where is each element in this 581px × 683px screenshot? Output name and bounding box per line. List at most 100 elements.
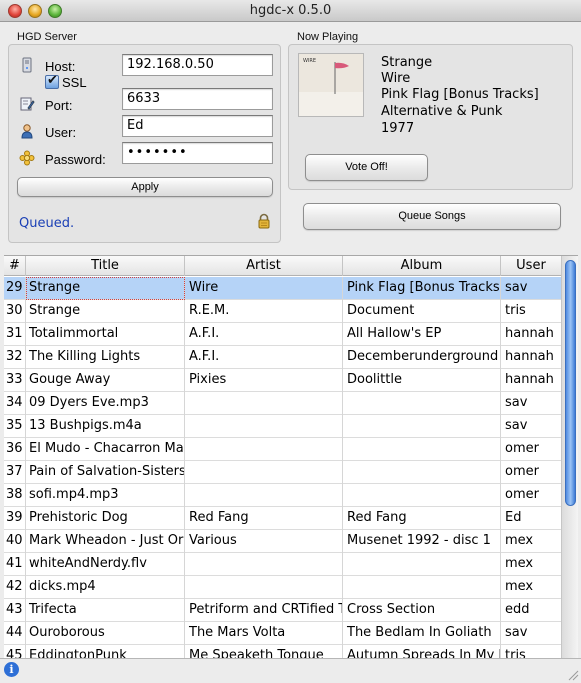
- cell-user: mex: [505, 556, 534, 571]
- cell-title: Strange: [26, 300, 185, 323]
- table-row[interactable]: 42 dicks.mp4 mex: [4, 576, 561, 599]
- cell-album: Decemberunderground: [343, 346, 501, 369]
- cover-text: WIRE: [303, 58, 316, 64]
- table-row[interactable]: 44 Ouroborous The Mars Volta The Bedlam In …: [4, 622, 561, 645]
- table-row[interactable]: 43 Trifecta Petriform and CRTified T Cross …: [4, 599, 561, 622]
- cell-user: omer: [505, 464, 539, 479]
- port-icon: [20, 97, 35, 111]
- cell-artist: Red Fang: [185, 507, 343, 530]
- cell-num: 39: [4, 507, 26, 530]
- cell-user: tris: [505, 648, 526, 658]
- cell-artist: [185, 461, 343, 484]
- cell-user: sav: [505, 395, 528, 410]
- column-header-user[interactable]: User: [501, 256, 561, 276]
- now-playing-album: Pink Flag [Bonus Tracks]: [381, 87, 539, 102]
- cell-artist: A.F.I.: [185, 346, 343, 369]
- now-playing-year: 1977: [381, 121, 415, 136]
- column-header-title[interactable]: Title: [26, 256, 185, 276]
- resize-grip-icon[interactable]: [567, 669, 579, 681]
- now-playing-group-label: Now Playing: [297, 31, 359, 43]
- table-row[interactable]: 29 Strange Wire Pink Flag [Bonus Tracks] sav: [4, 277, 561, 300]
- table-row[interactable]: 30 Strange R.E.M. Document tris: [4, 300, 561, 323]
- cell-album: [343, 392, 501, 415]
- ssl-label: SSL: [62, 75, 87, 90]
- table-row[interactable]: 40 Mark Wheadon - Just Or Various Musenet 1…: [4, 530, 561, 553]
- column-header-album[interactable]: Album: [343, 256, 501, 276]
- vote-off-button[interactable]: Vote Off!: [305, 154, 428, 181]
- cell-title: Ouroborous: [26, 622, 185, 645]
- cell-album: Pink Flag [Bonus Tracks]: [343, 277, 501, 300]
- cell-title: EddingtonPunk: [26, 645, 185, 658]
- host-label: Host:: [45, 59, 76, 74]
- cell-artist: The Mars Volta: [185, 622, 343, 645]
- password-label: Password:: [45, 152, 106, 167]
- column-header-num[interactable]: #: [4, 256, 26, 276]
- cell-num: 40: [4, 530, 26, 553]
- scrollbar-thumb[interactable]: [565, 260, 576, 506]
- cell-user: Ed: [505, 510, 522, 525]
- user-icon: [21, 124, 33, 139]
- cell-artist: Me Speaketh Tongue: [185, 645, 343, 658]
- cell-num: 43: [4, 599, 26, 622]
- ssl-checkbox[interactable]: [45, 73, 59, 89]
- vertical-scrollbar[interactable]: [561, 256, 578, 658]
- cell-title: Trifecta: [26, 599, 185, 622]
- table-row[interactable]: 33 Gouge Away Pixies Doolittle hannah: [4, 369, 561, 392]
- now-playing-artist: Wire: [381, 71, 411, 86]
- table-row[interactable]: 31 Totalimmortal A.F.I. All Hallow's EP hann…: [4, 323, 561, 346]
- cell-title: Prehistoric Dog: [26, 507, 185, 530]
- cell-artist: [185, 438, 343, 461]
- user-field[interactable]: Ed: [122, 115, 273, 137]
- table-row[interactable]: 45 EddingtonPunk Me Speaketh Tongue Autumn …: [4, 645, 561, 658]
- host-field[interactable]: 192.168.0.50: [122, 54, 273, 76]
- cell-artist: Pixies: [185, 369, 343, 392]
- cell-num: 37: [4, 461, 26, 484]
- cell-artist: [185, 553, 343, 576]
- cell-user: omer: [505, 441, 539, 456]
- cell-title: El Mudo - Chacarron Ma: [26, 438, 185, 461]
- cell-title: Gouge Away: [26, 369, 185, 392]
- cell-title: whiteAndNerdy.flv: [26, 553, 185, 576]
- column-header-artist[interactable]: Artist: [185, 256, 343, 276]
- cell-artist: Various: [185, 530, 343, 553]
- cell-user: tris: [505, 303, 526, 318]
- apply-button[interactable]: Apply: [17, 177, 273, 197]
- user-label: User:: [45, 125, 77, 140]
- table-row[interactable]: 41 whiteAndNerdy.flv mex: [4, 553, 561, 576]
- cell-album: Document: [343, 300, 501, 323]
- playlist-table[interactable]: # Title Artist Album User 29 Strange Wire P…: [4, 255, 578, 658]
- cell-user: hannah: [505, 326, 554, 341]
- queue-songs-button[interactable]: Queue Songs: [303, 203, 561, 230]
- table-row[interactable]: 35 13 Bushpigs.m4a sav: [4, 415, 561, 438]
- table-row[interactable]: 36 El Mudo - Chacarron Ma omer: [4, 438, 561, 461]
- table-row[interactable]: 39 Prehistoric Dog Red Fang Red Fang Ed: [4, 507, 561, 530]
- cell-num: 31: [4, 323, 26, 346]
- table-row[interactable]: 37 Pain of Salvation-Sisters omer: [4, 461, 561, 484]
- cell-album: [343, 438, 501, 461]
- cell-user: sav: [505, 625, 528, 640]
- status-text: Queued.: [19, 216, 75, 231]
- password-icon: [19, 150, 35, 166]
- cell-user: sav: [505, 280, 528, 295]
- info-icon[interactable]: i: [4, 662, 19, 677]
- cell-user: mex: [505, 579, 534, 594]
- cell-album: Autumn Spreads In My H: [343, 645, 501, 658]
- table-row[interactable]: 32 The Killing Lights A.F.I. Decemberunderg…: [4, 346, 561, 369]
- cell-album: [343, 461, 501, 484]
- cell-album: [343, 415, 501, 438]
- cell-artist: Petriform and CRTified T: [185, 599, 343, 622]
- cell-title: Mark Wheadon - Just Or: [26, 530, 185, 553]
- server-group-label: HGD Server: [17, 31, 77, 43]
- port-field[interactable]: 6633: [122, 88, 273, 110]
- cell-num: 41: [4, 553, 26, 576]
- cell-album: All Hallow's EP: [343, 323, 501, 346]
- table-row[interactable]: 34 09 Dyers Eve.mp3 sav: [4, 392, 561, 415]
- password-field[interactable]: •••••••: [122, 142, 273, 164]
- cell-num: 29: [4, 277, 26, 300]
- cell-title: dicks.mp4: [26, 576, 185, 599]
- table-row[interactable]: 38 sofi.mp4.mp3 omer: [4, 484, 561, 507]
- cell-user: sav: [505, 418, 528, 433]
- cell-user: hannah: [505, 349, 554, 364]
- cell-album: Cross Section: [343, 599, 501, 622]
- cell-album: Doolittle: [343, 369, 501, 392]
